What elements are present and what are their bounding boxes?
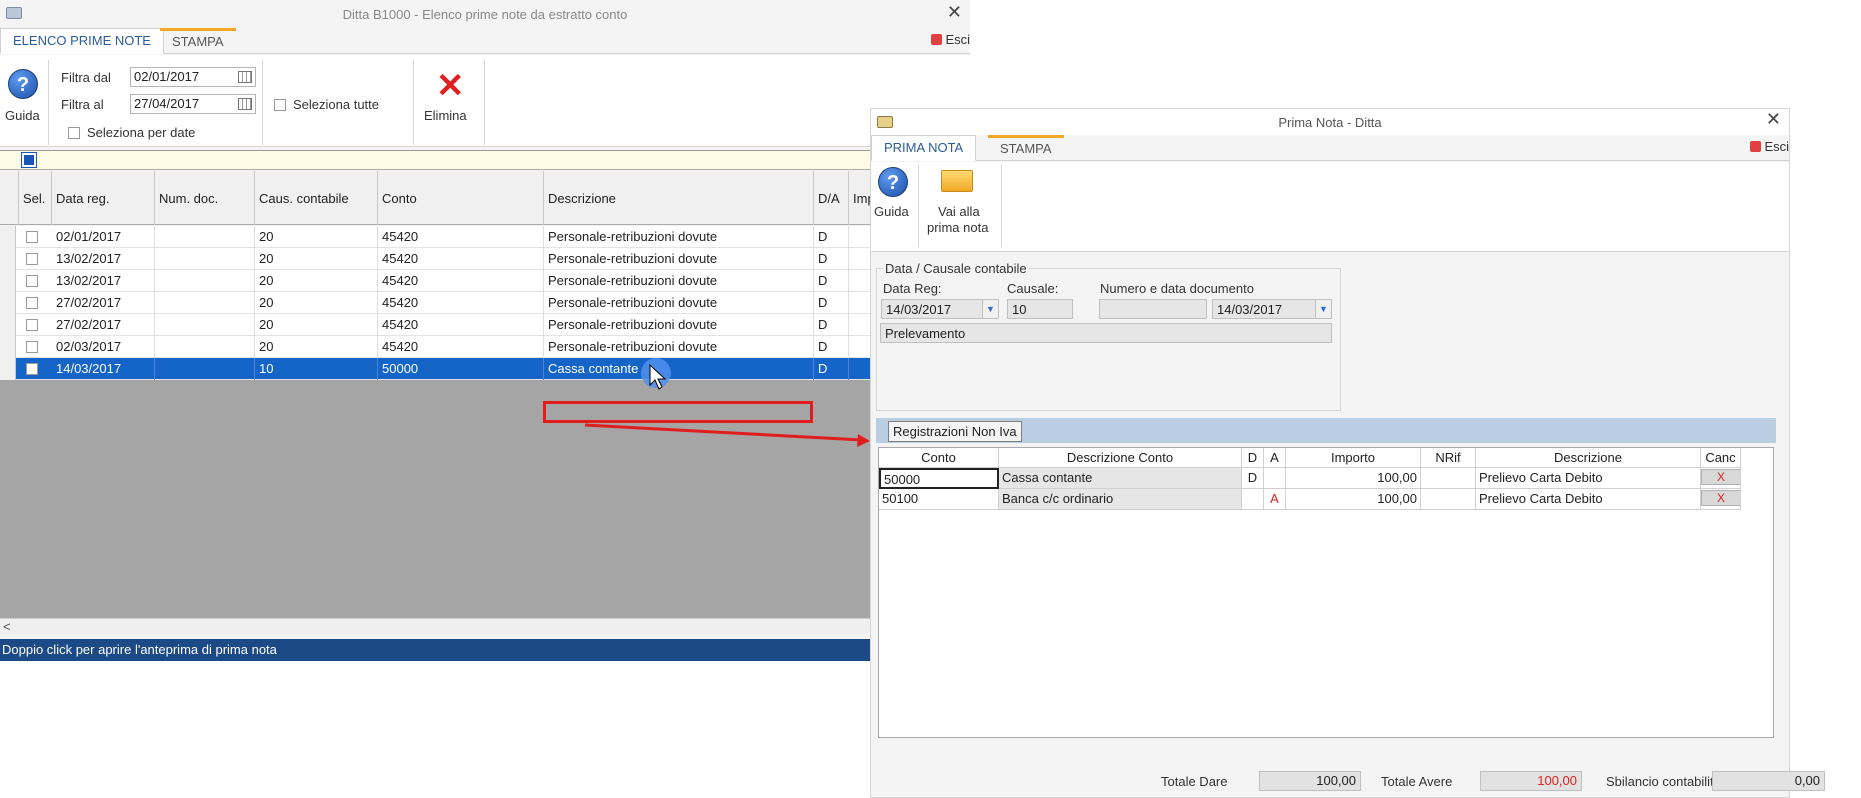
annotation-layer bbox=[584, 358, 870, 447]
arrow-head bbox=[857, 434, 870, 447]
arrow-annotation bbox=[584, 423, 863, 442]
